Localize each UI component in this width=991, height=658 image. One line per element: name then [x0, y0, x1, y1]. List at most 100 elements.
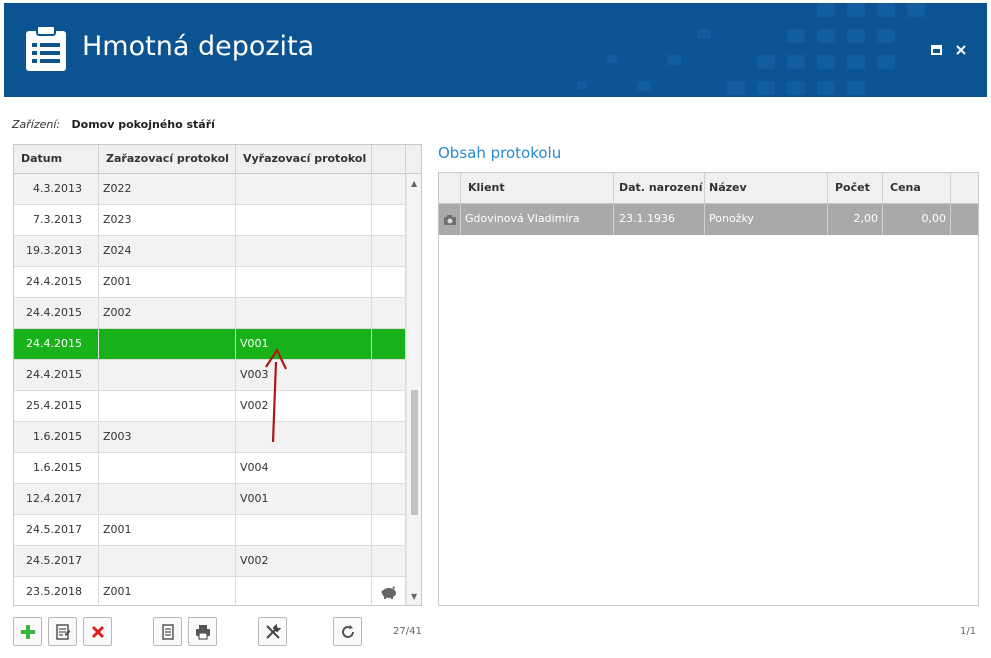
table-row[interactable]: 1.6.2015 Z003 [14, 422, 406, 453]
col-header-filler [951, 173, 978, 204]
scroll-up-icon[interactable]: ▲ [411, 179, 417, 188]
cell-vyr: V003 [236, 360, 372, 390]
col-header-date[interactable]: Datum [14, 145, 99, 174]
table-row[interactable]: 7.3.2013 Z023 [14, 205, 406, 236]
table-row[interactable]: 24.5.2017 V002 [14, 546, 406, 577]
cell-date: 19.3.2013 [14, 236, 99, 266]
device-label: Zařízení: [12, 118, 61, 131]
table-row[interactable]: 24.4.2015 V003 [14, 360, 406, 391]
cell-vyr [236, 236, 372, 266]
col-header-cena[interactable]: Cena [883, 173, 951, 204]
cell-icon [372, 236, 406, 266]
cell-cena: 0,00 [883, 204, 951, 235]
cell-date: 25.4.2015 [14, 391, 99, 421]
table-row[interactable]: 24.4.2015 Z001 [14, 267, 406, 298]
cell-date: 1.6.2015 [14, 422, 99, 452]
refresh-button[interactable] [333, 617, 362, 646]
table-row[interactable]: Gdovinová Vladimíra 23.1.1936 Ponožky 2,… [439, 204, 978, 235]
clipboard-icon [26, 25, 66, 71]
table-row[interactable]: 1.6.2015 V004 [14, 453, 406, 484]
col-header-pocet[interactable]: Počet [828, 173, 883, 204]
protocols-table: Datum Zařazovací protokol Vyřazovací pro… [13, 144, 422, 606]
cell-vyr: V001 [236, 484, 372, 514]
cell-date: 24.5.2017 [14, 546, 99, 576]
contents-title: Obsah protokolu [438, 144, 562, 162]
add-button[interactable] [13, 617, 42, 646]
col-header-zar[interactable]: Zařazovací protokol [99, 145, 236, 174]
contents-table-header: Klient Dat. narození Název Počet Cena [439, 173, 978, 204]
cell-nazev: Ponožky [705, 204, 828, 235]
col-header-icon [439, 173, 461, 204]
table-row[interactable]: 24.4.2015 Z002 [14, 298, 406, 329]
scrollbar-thumb[interactable] [411, 390, 418, 515]
cell-date: 1.6.2015 [14, 453, 99, 483]
scroll-down-icon[interactable]: ▼ [411, 592, 417, 601]
header-decoration [577, 3, 925, 95]
protocols-table-header: Datum Zařazovací protokol Vyřazovací pro… [14, 145, 421, 174]
cell-icon [372, 546, 406, 576]
delete-icon [91, 625, 105, 639]
window-title: Hmotná depozita [82, 31, 315, 62]
print-icon [196, 625, 210, 640]
col-header-nazev[interactable]: Název [705, 173, 828, 204]
col-header-klient[interactable]: Klient [461, 173, 614, 204]
cell-zar: Z023 [99, 205, 236, 235]
cell-date: 24.4.2015 [14, 298, 99, 328]
cell-vyr: V002 [236, 546, 372, 576]
cell-icon [372, 298, 406, 328]
cell-zar [99, 391, 236, 421]
table-row[interactable]: 24.5.2017 Z001 [14, 515, 406, 546]
cell-vyr [236, 422, 372, 452]
cell-icon [372, 174, 406, 204]
edit-button[interactable] [48, 617, 77, 646]
cell-filler [951, 204, 978, 235]
cell-zar [99, 546, 236, 576]
cell-date: 24.4.2015 [14, 267, 99, 297]
col-header-vyr[interactable]: Vyřazovací protokol [236, 145, 372, 174]
cell-date: 23.5.2018 [14, 577, 99, 605]
cell-zar: Z024 [99, 236, 236, 266]
table-row[interactable]: 19.3.2013 Z024 [14, 236, 406, 267]
delete-button[interactable] [83, 617, 112, 646]
cell-icon [372, 391, 406, 421]
col-header-scroll [406, 145, 421, 174]
cell-icon [372, 515, 406, 545]
cell-icon [372, 577, 406, 605]
cell-date: 24.4.2015 [14, 329, 99, 359]
cell-pocet: 2,00 [828, 204, 883, 235]
cell-klient: Gdovinová Vladimíra [461, 204, 614, 235]
cell-vyr: V004 [236, 453, 372, 483]
table-row[interactable]: 25.4.2015 V002 [14, 391, 406, 422]
cell-vyr [236, 298, 372, 328]
maximize-icon[interactable] [930, 43, 944, 57]
cell-zar [99, 329, 236, 359]
edit-icon [56, 624, 71, 640]
protocols-scrollbar[interactable]: ▲ ▼ [406, 174, 421, 605]
cell-zar: Z003 [99, 422, 236, 452]
cell-icon [372, 453, 406, 483]
cell-vyr: V001 [236, 329, 372, 359]
cell-vyr [236, 205, 372, 235]
table-row[interactable]: 12.4.2017 V001 [14, 484, 406, 515]
device-value: Domov pokojného stáří [71, 118, 215, 131]
document-button[interactable] [153, 617, 182, 646]
table-row[interactable]: 4.3.2013 Z022 [14, 174, 406, 205]
cell-zar: Z022 [99, 174, 236, 204]
tools-button[interactable] [258, 617, 287, 646]
add-icon [21, 625, 35, 639]
cell-vyr: V002 [236, 391, 372, 421]
camera-icon[interactable] [439, 204, 461, 235]
table-row[interactable]: 23.5.2018 Z001 [14, 577, 406, 605]
col-header-dat-narozeni[interactable]: Dat. narození [614, 173, 705, 204]
cell-vyr [236, 174, 372, 204]
cell-icon [372, 422, 406, 452]
print-button[interactable] [188, 617, 217, 646]
refresh-icon [342, 625, 354, 638]
close-icon[interactable] [954, 43, 968, 57]
cell-icon [372, 360, 406, 390]
table-row[interactable]: 24.4.2015 V001 [14, 329, 406, 360]
cell-zar: Z001 [99, 577, 236, 605]
cell-icon [372, 329, 406, 359]
cell-icon [372, 484, 406, 514]
cell-date: 7.3.2013 [14, 205, 99, 235]
